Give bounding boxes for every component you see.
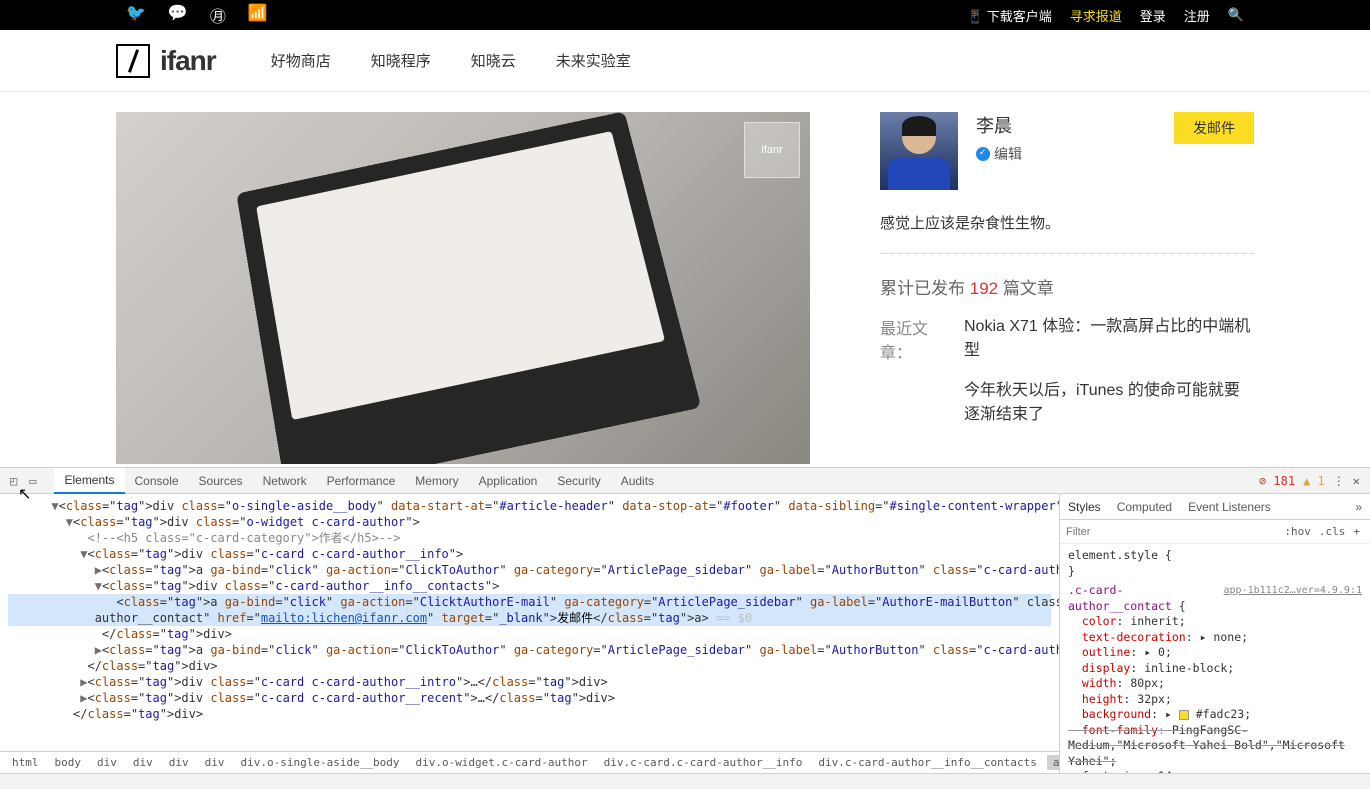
- search-icon[interactable]: 🔍: [1228, 7, 1244, 23]
- tab-console[interactable]: Console: [125, 468, 189, 494]
- tab-security[interactable]: Security: [547, 468, 610, 494]
- breadcrumb[interactable]: htmlbodydivdivdivdivdiv.o-single-aside__…: [0, 751, 1059, 773]
- styles-body[interactable]: element.style {}app-1b111c2…ver=4.9.9:1.…: [1060, 544, 1370, 773]
- tab-elements[interactable]: Elements: [54, 468, 124, 494]
- seek-report-link[interactable]: 寻求报道: [1070, 6, 1122, 25]
- nav-item[interactable]: 知晓程序: [371, 50, 431, 71]
- download-link[interactable]: 📱 下载客户端: [967, 6, 1052, 25]
- tab-network[interactable]: Network: [253, 468, 317, 494]
- nav-links: 好物商店 知晓程序 知晓云 未来实验室: [271, 50, 631, 71]
- mail-button[interactable]: 发邮件: [1174, 112, 1254, 144]
- avatar[interactable]: [880, 112, 958, 190]
- tab-audits[interactable]: Audits: [611, 468, 664, 494]
- add-rule-button[interactable]: +: [1349, 525, 1364, 538]
- hero-image: ifanr: [116, 112, 810, 464]
- author-card: 李晨 编辑 发邮件: [880, 112, 1254, 190]
- more-tabs-icon[interactable]: »: [1355, 500, 1362, 514]
- register-link[interactable]: 注册: [1184, 6, 1210, 25]
- content: ifanr 李晨 编辑 发邮件 感觉上应该是杂食性生物。 累计已发布 192 篇…: [0, 92, 1370, 464]
- device-mode-icon[interactable]: ▭: [29, 474, 36, 488]
- social-icons: 🐦 💬 ㊊ 📶: [126, 3, 268, 27]
- styles-tabs: Styles Computed Event Listeners »: [1060, 494, 1370, 520]
- tab-application[interactable]: Application: [469, 468, 548, 494]
- nav-item[interactable]: 好物商店: [271, 50, 331, 71]
- tab-memory[interactable]: Memory: [405, 468, 468, 494]
- warning-badge[interactable]: ▲ 1: [1303, 474, 1325, 488]
- devtools: ◰ ▭ Elements Console Sources Network Per…: [0, 467, 1370, 789]
- twitter-icon[interactable]: 🐦: [126, 3, 146, 27]
- wechat-icon[interactable]: 💬: [168, 3, 188, 27]
- author-name: 李晨: [976, 112, 1156, 138]
- styles-panel: Styles Computed Event Listeners » :hov .…: [1059, 494, 1370, 773]
- elements-panel[interactable]: ▼<class="tag">div class="o-single-aside_…: [0, 494, 1059, 751]
- login-link[interactable]: 登录: [1140, 6, 1166, 25]
- article-stats: 累计已发布 192 篇文章: [880, 274, 1254, 299]
- logo-text: ifanr: [160, 45, 216, 77]
- recent-list: 最近文章： Nokia X71 体验：一款高屏占比的中端机型 今年秋天以后，iT…: [880, 315, 1254, 427]
- recent-item[interactable]: 今年秋天以后，iTunes 的使命可能就要逐渐结束了: [880, 379, 1254, 427]
- main-nav: ifanr 好物商店 知晓程序 知晓云 未来实验室: [0, 30, 1370, 92]
- devtools-footer: [0, 773, 1370, 789]
- image-badge: ifanr: [744, 122, 800, 178]
- logo[interactable]: ifanr: [116, 44, 216, 78]
- nav-item[interactable]: 知晓云: [471, 50, 516, 71]
- styles-tab[interactable]: Styles: [1068, 500, 1101, 514]
- listeners-tab[interactable]: Event Listeners: [1188, 500, 1271, 514]
- nav-item[interactable]: 未来实验室: [556, 50, 631, 71]
- recent-item[interactable]: 最近文章： Nokia X71 体验：一款高屏占比的中端机型: [880, 315, 1254, 363]
- devtools-tabs: ◰ ▭ Elements Console Sources Network Per…: [0, 468, 1370, 494]
- author-meta: 李晨 编辑: [976, 112, 1156, 164]
- author-sidebar: 李晨 编辑 发邮件 感觉上应该是杂食性生物。 累计已发布 192 篇文章 最近文…: [880, 112, 1254, 464]
- top-right-links: 📱 下载客户端 寻求报道 登录 注册 🔍: [967, 6, 1244, 25]
- tab-sources[interactable]: Sources: [189, 468, 253, 494]
- more-icon[interactable]: ⋮: [1333, 474, 1345, 488]
- cls-button[interactable]: .cls: [1315, 525, 1350, 538]
- computed-tab[interactable]: Computed: [1117, 500, 1172, 514]
- tab-performance[interactable]: Performance: [317, 468, 406, 494]
- styles-filter: :hov .cls +: [1060, 520, 1370, 544]
- inspect-icon[interactable]: ◰: [10, 474, 17, 488]
- top-bar: 🐦 💬 ㊊ 📶 📱 下载客户端 寻求报道 登录 注册 🔍: [0, 0, 1370, 30]
- divider: [880, 253, 1254, 254]
- author-bio: 感觉上应该是杂食性生物。: [880, 212, 1254, 233]
- filter-input[interactable]: [1066, 526, 1280, 538]
- error-badge[interactable]: ⊘ 181: [1259, 474, 1295, 488]
- logo-mark: [116, 44, 150, 78]
- close-icon[interactable]: ✕: [1353, 474, 1360, 488]
- weibo-icon[interactable]: ㊊: [210, 3, 226, 27]
- device-mockup: [236, 112, 701, 464]
- verified-icon: [976, 147, 990, 161]
- hov-button[interactable]: :hov: [1280, 525, 1315, 538]
- rss-icon[interactable]: 📶: [248, 3, 268, 27]
- author-role: 编辑: [976, 144, 1156, 164]
